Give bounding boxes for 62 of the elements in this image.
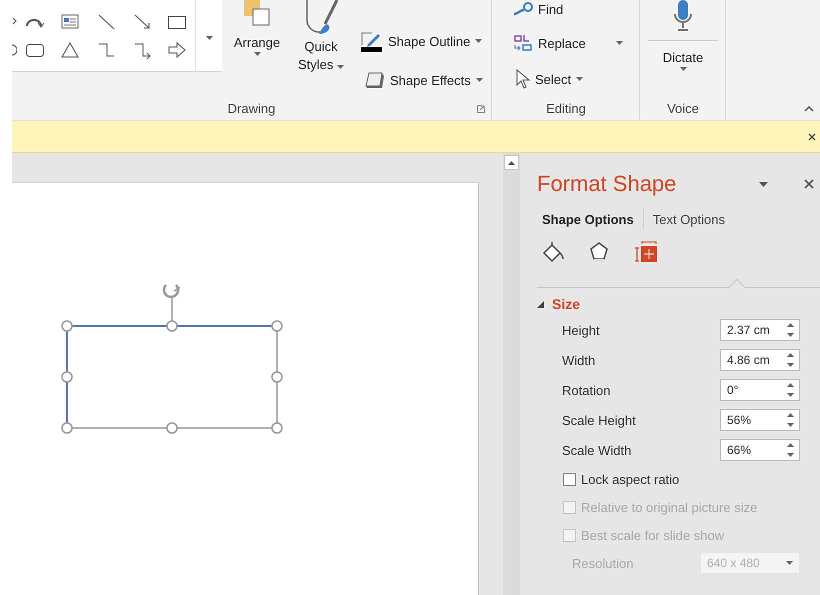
caret-icon (475, 39, 482, 43)
spinner-arrows-icon[interactable] (787, 413, 794, 427)
replace-icon (513, 33, 533, 53)
field-label: Rotation (562, 382, 610, 398)
microphone-icon (673, 0, 693, 32)
caret-icon (576, 77, 584, 81)
pointer-icon (516, 69, 530, 89)
scroll-up-button[interactable] (504, 155, 519, 170)
field-label: Resolution (572, 556, 634, 570)
spinner-arrows-icon[interactable] (787, 443, 794, 457)
field-label: Width (562, 352, 596, 368)
caret-icon (337, 65, 344, 69)
triangle-icon[interactable] (60, 40, 80, 60)
quick-styles-button[interactable]: Quick Styles (293, 0, 349, 74)
spinner-arrows-icon[interactable] (787, 383, 794, 397)
block-arrow-icon[interactable] (167, 40, 188, 60)
collapse-triangle-icon[interactable] (537, 300, 544, 308)
checkbox-label: Relative to original picture size (581, 500, 758, 514)
dictate-button[interactable]: Dictate (641, 0, 725, 71)
shape-effects-button[interactable]: Shape Effects (365, 69, 483, 91)
select-button[interactable]: Select (516, 68, 584, 90)
group-label: Voice (667, 101, 699, 116)
section-title: Size (552, 296, 580, 312)
size-layout-icon[interactable] (634, 241, 658, 265)
search-icon (513, 2, 533, 16)
collapse-ribbon-icon[interactable] (804, 106, 814, 112)
group-label: Editing (546, 101, 586, 116)
caret-up-icon (508, 160, 515, 164)
outline-pen-icon (361, 30, 383, 52)
group-label: Drawing (228, 101, 276, 116)
field-label: Scale Width (562, 442, 632, 458)
pane-options-caret-icon[interactable] (759, 182, 768, 186)
caret-icon (254, 52, 260, 56)
spin-field[interactable]: 66% (720, 439, 800, 461)
caret-icon (786, 561, 793, 565)
spinner-arrows-icon[interactable] (787, 353, 794, 367)
spin-field[interactable]: 4.86 cm (720, 349, 800, 371)
options-tab[interactable]: Shape Options (542, 212, 634, 226)
spinner-arrows-icon[interactable] (787, 323, 794, 337)
checkbox-label: Lock aspect ratio (581, 472, 680, 486)
pane-title: Format Shape (537, 171, 678, 197)
options-tab[interactable]: Text Options (652, 212, 725, 226)
arrange-button[interactable]: Arrange (225, 0, 289, 56)
dialog-launcher-icon[interactable] (477, 104, 485, 112)
shape-effects-icon (365, 71, 385, 89)
checkbox-label: Best scale for slide show (581, 528, 724, 542)
field-label: Scale Height (562, 412, 636, 428)
find-button[interactable]: Find (513, 0, 564, 18)
close-icon[interactable] (808, 132, 816, 140)
caret-icon (680, 67, 686, 71)
spin-field[interactable]: 0° (720, 379, 800, 401)
caret-icon (206, 36, 212, 40)
caret-icon (616, 41, 623, 45)
caret-icon (476, 78, 483, 82)
spin-field[interactable]: 56% (720, 409, 800, 431)
field-label: Height (562, 322, 600, 338)
paint-bucket-icon[interactable] (542, 241, 566, 265)
spin-field[interactable]: 2.37 cm (720, 319, 800, 341)
checkbox[interactable] (563, 472, 576, 486)
replace-button[interactable]: Replace (513, 32, 623, 54)
close-icon[interactable] (804, 179, 814, 189)
shape-outline-button[interactable]: Shape Outline (361, 30, 482, 52)
